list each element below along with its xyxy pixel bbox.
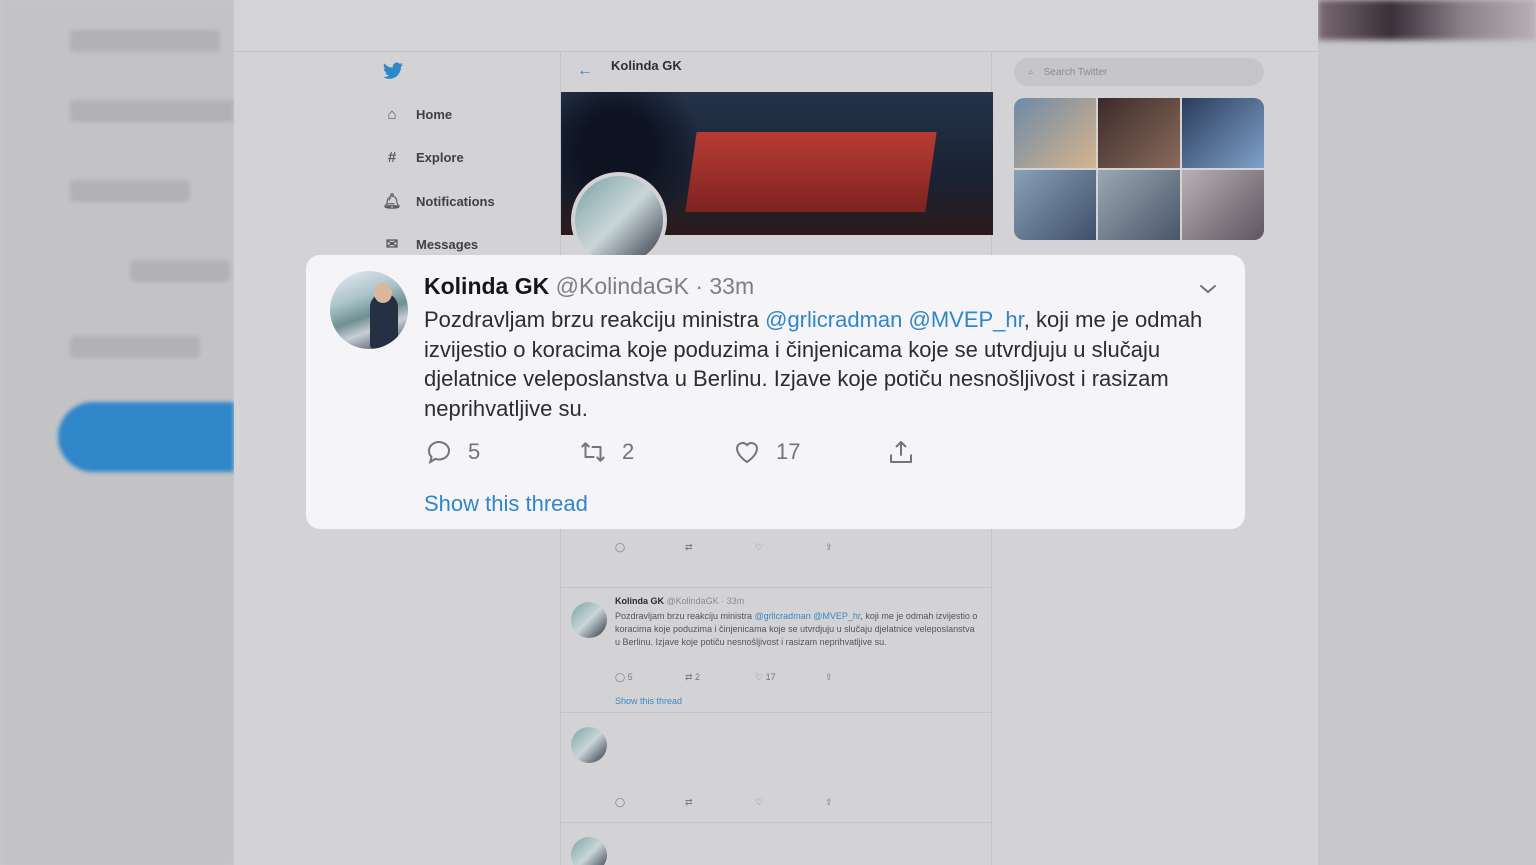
avatar[interactable]: [571, 602, 607, 638]
avatar[interactable]: [571, 837, 607, 865]
like-count: 17: [776, 439, 801, 464]
media-thumbnail[interactable]: [1098, 98, 1180, 168]
author-handle-timestamp[interactable]: @KolindaGK · 33m: [556, 273, 755, 299]
share-icon[interactable]: ⇪: [825, 542, 895, 553]
reply-count: 5: [468, 439, 481, 464]
retweet-button[interactable]: 2: [578, 437, 634, 467]
reply-button[interactable]: 5: [424, 437, 480, 467]
heart-icon: [735, 442, 759, 464]
hashtag-icon: #: [387, 149, 397, 166]
search-placeholder: Search Twitter: [1043, 66, 1108, 78]
search-input[interactable]: ⌕ Search Twitter: [1014, 58, 1264, 86]
media-thumbnail[interactable]: [1098, 170, 1180, 240]
avatar[interactable]: [571, 727, 607, 763]
media-thumbnail[interactable]: [1014, 98, 1096, 168]
top-bar: [234, 0, 1318, 52]
sidebar-item-home[interactable]: ⌂ Home: [382, 106, 452, 123]
tweet-card[interactable]: Kolinda GK @KolindaGK · 33m Pozdravljam …: [306, 255, 1245, 529]
media-thumbnail[interactable]: [1182, 170, 1264, 240]
sidebar-item-label: Messages: [416, 236, 479, 252]
reply-icon[interactable]: ◯: [615, 797, 685, 808]
search-icon: ⌕: [1028, 66, 1034, 78]
twitter-bird-icon[interactable]: [382, 60, 404, 88]
sidebar-item-label: Notifications: [416, 193, 495, 209]
sidebar-item-messages[interactable]: ✉ Messages: [382, 235, 478, 253]
back-arrow-icon[interactable]: ←: [577, 62, 593, 80]
sidebar-item-label: Home: [416, 107, 453, 122]
profile-avatar[interactable]: [571, 172, 667, 268]
like-icon[interactable]: ♡: [755, 542, 825, 553]
envelope-icon: ✉: [385, 236, 399, 253]
sidebar-item-label: Explore: [416, 150, 464, 165]
chevron-down-icon[interactable]: [1196, 277, 1220, 301]
media-thumbnail[interactable]: [1014, 170, 1096, 240]
profile-header-name: Kolinda GK: [611, 58, 682, 73]
like-button[interactable]: 17: [732, 437, 800, 467]
retweet-icon: [581, 442, 605, 462]
share-icon: [890, 441, 912, 463]
mention-link[interactable]: @MVEP_hr: [909, 307, 1024, 332]
media-thumbnail[interactable]: [1182, 98, 1264, 168]
blurred-right-frame: [1318, 0, 1536, 865]
reply-count[interactable]: ◯ 5: [615, 672, 685, 683]
sidebar-item-explore[interactable]: # Explore: [382, 149, 464, 166]
retweet-icon[interactable]: ⇄: [685, 797, 755, 808]
show-thread-link[interactable]: Show this thread: [424, 491, 588, 517]
share-icon[interactable]: ⇪: [825, 797, 895, 808]
tweet-text: Pozdravljam brzu reakciju ministra @grli…: [615, 611, 978, 647]
author-name[interactable]: Kolinda GK: [424, 273, 549, 299]
timeline-tweet[interactable]: [561, 822, 993, 865]
share-icon[interactable]: ⇪: [825, 672, 895, 683]
like-icon[interactable]: ♡: [755, 797, 825, 808]
tweet-header: Kolinda GK @KolindaGK · 33m: [424, 273, 754, 300]
like-count[interactable]: ♡ 17: [755, 672, 825, 683]
blurred-left-frame: [0, 0, 234, 865]
tweet-text: Pozdravljam brzu reakciju ministra @grli…: [424, 307, 1203, 421]
home-icon: ⌂: [387, 106, 397, 123]
retweet-count[interactable]: ⇄ 2: [685, 672, 755, 683]
timeline-tweet[interactable]: ◯ ⇄ ♡ ⇪: [561, 712, 993, 822]
bell-icon: 🔔︎: [382, 193, 402, 210]
share-button[interactable]: [886, 437, 916, 467]
reply-icon: [428, 441, 450, 465]
timeline-tweet[interactable]: Kolinda GK @KolindaGK · 33m Pozdravljam …: [561, 587, 993, 707]
tweet-header: Kolinda GK @KolindaGK · 33m: [615, 596, 745, 606]
mention-link[interactable]: @grlicradman: [765, 307, 902, 332]
reply-icon[interactable]: ◯: [615, 542, 685, 553]
sidebar-item-notifications[interactable]: 🔔︎ Notifications: [382, 192, 495, 210]
show-thread-link[interactable]: Show this thread: [615, 696, 682, 706]
avatar[interactable]: [330, 271, 408, 349]
retweet-count: 2: [622, 439, 635, 464]
retweet-icon[interactable]: ⇄: [685, 542, 755, 553]
media-grid[interactable]: [1014, 98, 1264, 240]
